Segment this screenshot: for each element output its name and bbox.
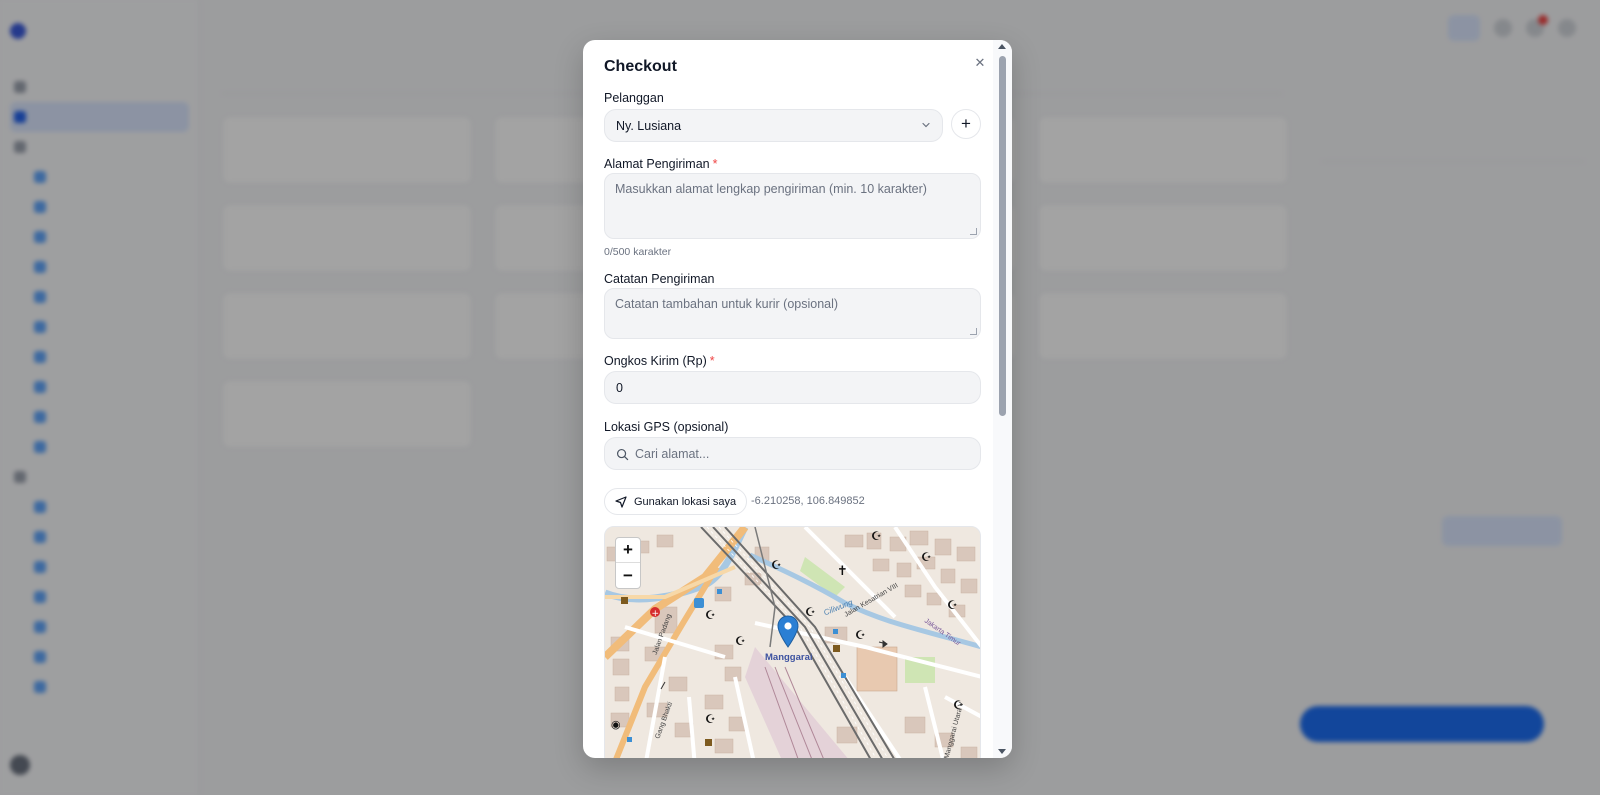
use-my-location-button[interactable]: Gunakan lokasi saya [604, 488, 748, 515]
resize-handle[interactable] [970, 228, 977, 235]
shipping-cost-value: 0 [616, 380, 623, 395]
zoom-out-button[interactable]: − [616, 563, 640, 588]
map-marker-label: Manggarai [765, 652, 813, 663]
required-mark: * [712, 157, 718, 171]
svg-text:+: + [652, 609, 660, 619]
svg-text:☪: ☪ [921, 550, 932, 564]
svg-text:☪: ☪ [947, 598, 958, 612]
shipping-cost-label: Ongkos Kirim (Rp) * [604, 354, 715, 368]
gps-label: Lokasi GPS (opsional) [604, 420, 729, 434]
close-icon: ✕ [974, 55, 986, 70]
address-search-input[interactable]: Cari alamat... [604, 437, 981, 470]
checkout-modal: Checkout ✕ Pelanggan Ny. Lusiana + Alama… [583, 40, 1012, 758]
address-textarea[interactable]: Masukkan alamat lengkap pengiriman (min.… [604, 173, 981, 239]
svg-text:☪: ☪ [805, 605, 816, 619]
resize-handle[interactable] [970, 328, 977, 335]
modal-title: Checkout [604, 58, 677, 75]
notes-textarea[interactable]: Catatan tambahan untuk kurir (opsional) [604, 288, 981, 339]
notes-label: Catatan Pengiriman [604, 272, 715, 286]
map-marker-icon[interactable] [777, 615, 799, 649]
svg-text:☪: ☪ [705, 712, 716, 726]
address-char-counter: 0/500 karakter [604, 246, 672, 258]
scroll-up-arrow-icon[interactable] [998, 44, 1006, 49]
customer-label: Pelanggan [604, 91, 664, 105]
address-placeholder: Masukkan alamat lengkap pengiriman (min.… [615, 182, 927, 196]
address-label: Alamat Pengiriman * [604, 157, 718, 171]
scrollbar-thumb[interactable] [999, 56, 1006, 416]
customer-selected-value: Ny. Lusiana [616, 118, 682, 133]
zoom-in-button[interactable]: + [616, 538, 640, 563]
location-map[interactable]: ☪ ☪ ☪ ☪ ☪ ☪ ☪ ☪ ☪ ☪ ✝ ◉ + Jalan Kesatria… [604, 526, 981, 758]
modal-scrollbar[interactable] [993, 40, 1012, 758]
address-search-placeholder: Cari alamat... [635, 446, 710, 461]
modal-content: Checkout ✕ Pelanggan Ny. Lusiana + Alama… [583, 40, 993, 758]
svg-text:◉: ◉ [611, 718, 621, 731]
svg-text:☪: ☪ [855, 628, 866, 642]
map-zoom-controls: + − [615, 537, 641, 589]
notes-placeholder: Catatan tambahan untuk kurir (opsional) [615, 297, 839, 311]
add-customer-button[interactable]: + [951, 109, 981, 139]
gps-coordinates: -6.210258, 106.849852 [751, 495, 865, 507]
close-button[interactable]: ✕ [969, 52, 991, 74]
svg-text:☪: ☪ [771, 558, 782, 572]
navigation-arrow-icon [615, 495, 627, 508]
scroll-down-arrow-icon[interactable] [998, 749, 1006, 754]
plus-icon: + [961, 114, 971, 133]
customer-select[interactable]: Ny. Lusiana [604, 109, 943, 142]
svg-text:☪: ☪ [871, 529, 882, 543]
search-icon [616, 448, 629, 461]
svg-text:☪: ☪ [735, 634, 746, 648]
shipping-cost-input[interactable]: 0 [604, 371, 981, 404]
required-mark: * [709, 354, 715, 368]
svg-text:☪: ☪ [705, 608, 716, 622]
chevron-down-icon [922, 122, 930, 128]
svg-text:✝: ✝ [837, 564, 848, 579]
